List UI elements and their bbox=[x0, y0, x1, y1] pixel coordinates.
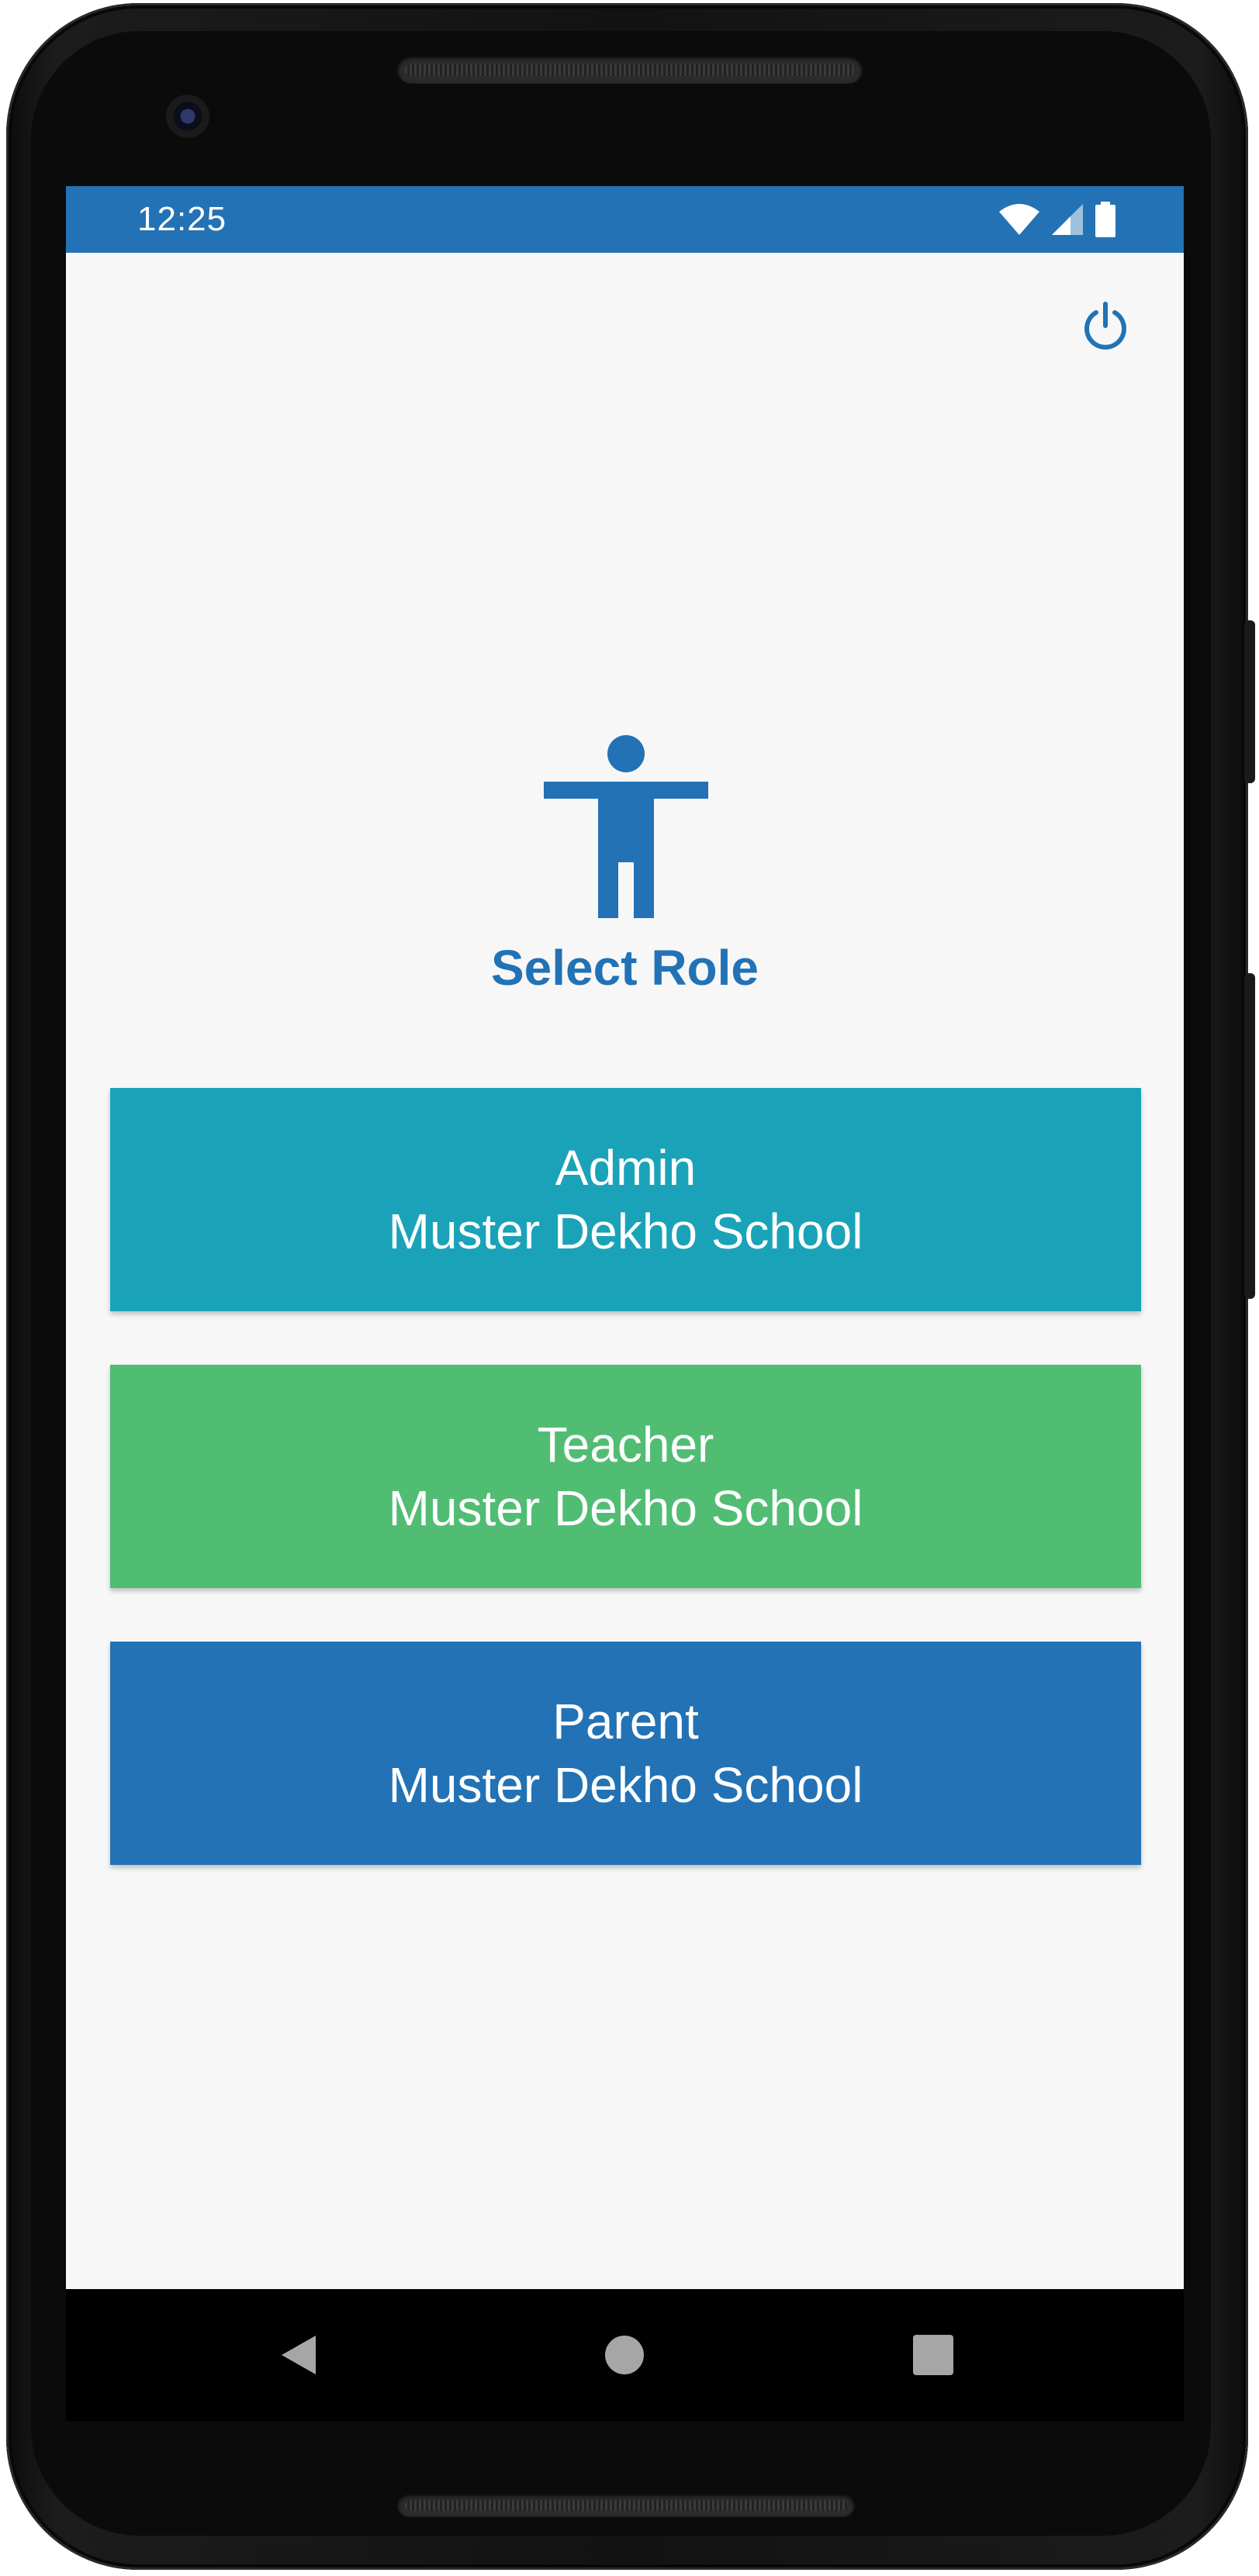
status-time: 12:25 bbox=[137, 200, 227, 238]
role-name: Teacher bbox=[537, 1417, 714, 1473]
status-bar: 12:25 bbox=[66, 186, 1184, 253]
system-navigation-bar bbox=[66, 2289, 1184, 2421]
admin-role-button[interactable]: Admin Muster Dekho School bbox=[110, 1088, 1141, 1311]
front-camera bbox=[166, 95, 209, 138]
parent-role-button[interactable]: Parent Muster Dekho School bbox=[110, 1642, 1141, 1865]
role-name: Parent bbox=[552, 1694, 699, 1749]
bottom-speaker bbox=[397, 2494, 855, 2517]
side-key bbox=[1244, 973, 1255, 1299]
battery-icon bbox=[1095, 202, 1115, 237]
earpiece-speaker bbox=[397, 56, 863, 84]
volume-key bbox=[1244, 620, 1255, 783]
school-name: Muster Dekho School bbox=[388, 1757, 863, 1813]
page-title: Select Role bbox=[490, 940, 759, 996]
power-button[interactable] bbox=[1074, 296, 1136, 358]
power-icon bbox=[1084, 302, 1126, 350]
app-screen: 12:25 Select Role Admin Muster Dekho Sch… bbox=[66, 186, 1184, 2289]
cellular-signal-icon bbox=[1052, 204, 1083, 235]
school-name: Muster Dekho School bbox=[388, 1480, 863, 1536]
back-icon bbox=[282, 2336, 316, 2374]
role-name: Admin bbox=[555, 1140, 697, 1196]
teacher-role-button[interactable]: Teacher Muster Dekho School bbox=[110, 1365, 1141, 1588]
school-name: Muster Dekho School bbox=[388, 1203, 863, 1259]
back-button[interactable] bbox=[268, 2324, 330, 2386]
accessibility-person-icon bbox=[544, 735, 708, 918]
wifi-icon bbox=[999, 204, 1039, 235]
status-icons bbox=[998, 200, 1117, 239]
recents-icon bbox=[913, 2335, 953, 2375]
home-icon bbox=[605, 2336, 644, 2374]
recents-button[interactable] bbox=[902, 2324, 964, 2386]
home-button[interactable] bbox=[593, 2324, 655, 2386]
